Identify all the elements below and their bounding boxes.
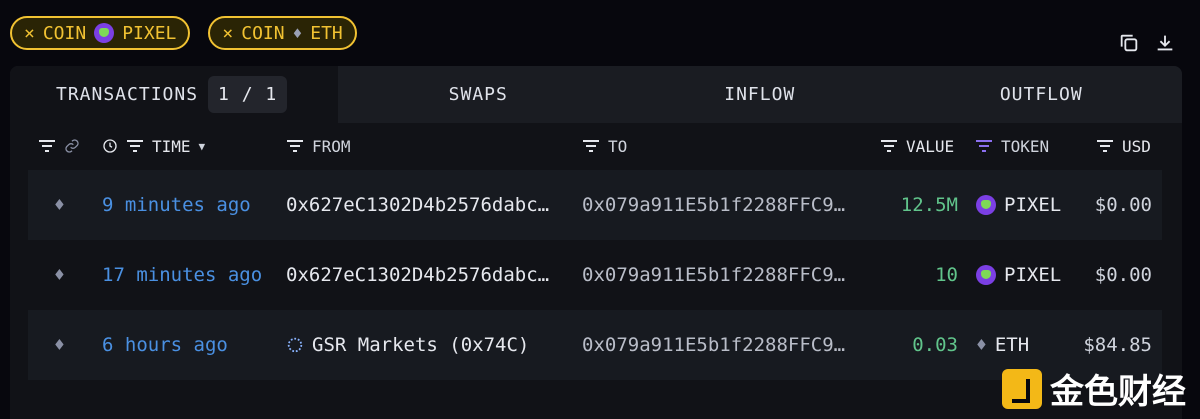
row-to[interactable]: 0x079a911E5b1f2288FFC9… <box>582 194 845 216</box>
download-icon[interactable] <box>1154 32 1176 54</box>
table-row[interactable]: ♦ 9 minutes ago 0x627eC1302D4b2576dabc… … <box>28 170 1162 240</box>
tab-transactions[interactable]: TRANSACTIONS 1 / 1 <box>10 66 338 123</box>
filter-chip-eth[interactable]: × COIN ♦ ETH <box>208 16 357 50</box>
filter-kind: COIN <box>42 22 87 44</box>
token-symbol: ETH <box>994 334 1030 356</box>
tab-label: TRANSACTIONS <box>56 84 199 105</box>
column-value[interactable]: VALUE <box>906 137 954 156</box>
row-time[interactable]: 6 hours ago <box>102 334 228 356</box>
row-from-entity[interactable]: GSR Markets (0x74C) <box>286 334 529 356</box>
watermark-text: 金色财经 <box>1050 372 1186 412</box>
sort-desc-icon[interactable]: ▼ <box>199 140 206 153</box>
active-filters: × COIN PIXEL × COIN ♦ ETH <box>10 16 357 50</box>
filter-chip-pixel[interactable]: × COIN PIXEL <box>10 16 191 50</box>
page-indicator[interactable]: 1 / 1 <box>208 76 288 113</box>
token-symbol: PIXEL <box>1004 194 1062 216</box>
row-token[interactable]: PIXEL <box>976 194 1061 216</box>
row-from[interactable]: 0x627eC1302D4b2576dabc… <box>286 264 549 286</box>
pixel-logo-icon <box>976 195 996 215</box>
link-icon[interactable] <box>64 138 80 154</box>
row-token[interactable]: ♦ ETH <box>976 334 1029 356</box>
column-from: FROM <box>312 136 351 156</box>
row-token[interactable]: PIXEL <box>976 264 1061 286</box>
row-value: 10 <box>935 264 958 286</box>
remove-filter-icon[interactable]: × <box>222 23 233 44</box>
eth-icon: ♦ <box>976 334 987 356</box>
eth-chain-icon: ♦ <box>54 334 65 356</box>
row-to[interactable]: 0x079a911E5b1f2288FFC9… <box>582 334 845 356</box>
filter-kind: COIN <box>241 22 285 44</box>
tab-label: SWAPS <box>448 84 508 105</box>
eth-chain-icon: ♦ <box>54 194 65 216</box>
row-usd: $0.00 <box>1094 264 1152 286</box>
tab-label: INFLOW <box>724 84 796 105</box>
row-time[interactable]: 17 minutes ago <box>102 264 262 286</box>
eth-chain-icon: ♦ <box>54 264 65 286</box>
token-symbol: PIXEL <box>1004 264 1062 286</box>
tab-bar: TRANSACTIONS 1 / 1 SWAPS INFLOW OUTFLOW <box>10 66 1182 123</box>
clock-icon <box>103 139 117 153</box>
row-usd: $0.00 <box>1094 194 1152 216</box>
tab-swaps[interactable]: SWAPS <box>338 66 620 123</box>
eth-icon: ♦ <box>292 23 303 43</box>
table-row[interactable]: ♦ 17 minutes ago 0x627eC1302D4b2576dabc…… <box>28 240 1162 310</box>
row-value: 0.03 <box>912 334 958 356</box>
tab-inflow[interactable]: INFLOW <box>619 66 901 123</box>
filter-icon[interactable] <box>126 139 144 153</box>
watermark: 金色财经 <box>1002 364 1186 413</box>
column-token: TOKEN <box>1001 136 1050 156</box>
remove-filter-icon[interactable]: × <box>24 23 35 44</box>
entity-logo-icon <box>287 337 303 353</box>
filter-active-icon[interactable] <box>975 139 993 153</box>
filter-icon[interactable] <box>286 139 304 153</box>
row-to[interactable]: 0x079a911E5b1f2288FFC9… <box>582 264 845 286</box>
filter-icon[interactable] <box>582 139 600 153</box>
filter-value: PIXEL <box>122 22 177 44</box>
tab-label: OUTFLOW <box>999 84 1083 105</box>
jinse-logo-icon <box>1002 368 1042 409</box>
column-usd[interactable]: USD <box>1122 137 1151 156</box>
pixel-logo-icon <box>94 23 115 43</box>
row-from[interactable]: 0x627eC1302D4b2576dabc… <box>286 194 549 216</box>
row-value: 12.5M <box>900 194 958 216</box>
tab-outflow[interactable]: OUTFLOW <box>901 66 1183 123</box>
filter-value: ETH <box>310 22 343 44</box>
column-time[interactable]: TIME <box>152 137 191 156</box>
row-usd: $84.85 <box>1083 334 1152 356</box>
table-row[interactable]: ♦ 6 hours ago GSR Markets (0x74C) 0x079a… <box>28 310 1162 380</box>
table-header: TIME ▼ FROM TO VALUE TOKEN USD <box>10 123 1182 169</box>
filter-icon[interactable] <box>1096 139 1114 153</box>
copy-icon[interactable] <box>1118 32 1140 54</box>
column-to: TO <box>608 136 628 156</box>
row-from: GSR Markets (0x74C) <box>312 334 530 356</box>
filter-icon[interactable] <box>38 139 56 153</box>
filter-icon[interactable] <box>880 139 898 153</box>
row-time[interactable]: 9 minutes ago <box>102 194 251 216</box>
pixel-logo-icon <box>976 265 996 285</box>
